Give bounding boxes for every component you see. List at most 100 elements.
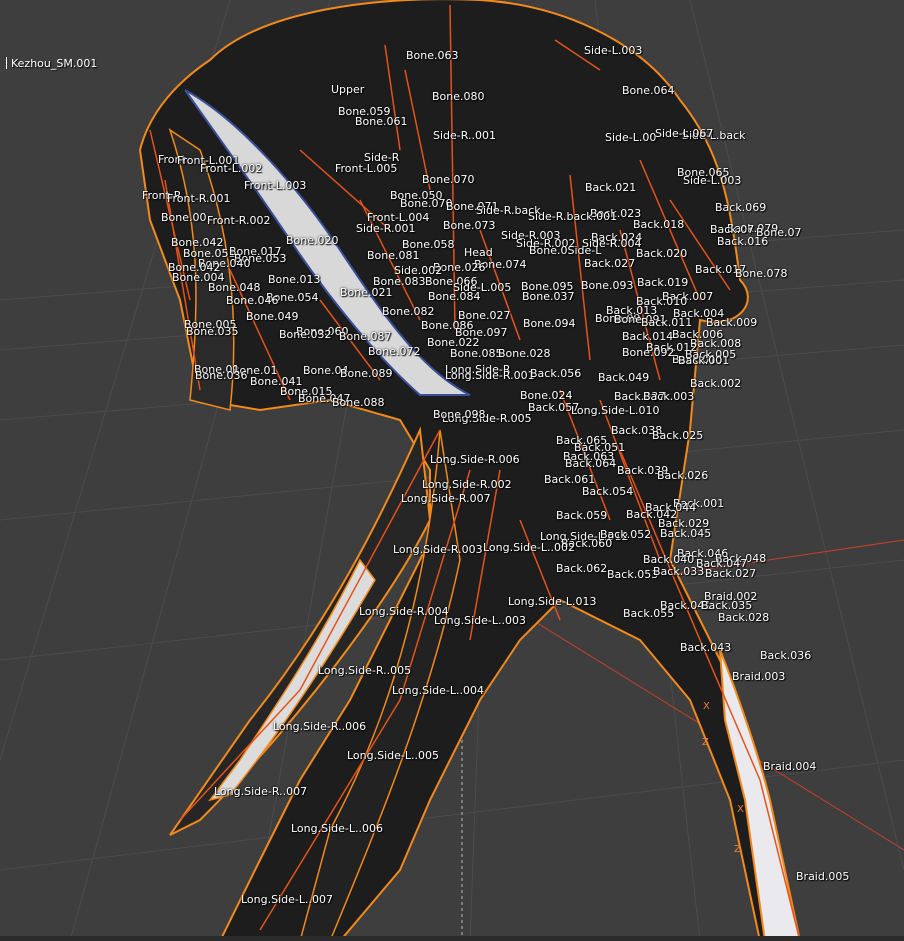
bone-label[interactable]: Long.Side-L..003 xyxy=(434,615,526,627)
bone-label[interactable]: Bone.084 xyxy=(428,291,481,303)
bone-label[interactable]: Bone.028 xyxy=(498,348,551,360)
bone-label[interactable]: Long.Side-L..004 xyxy=(392,685,484,697)
object-name-bar xyxy=(6,57,7,69)
bone-label[interactable]: Bone.093 xyxy=(581,280,634,292)
bone-label[interactable]: Long.Side-L..002 xyxy=(483,542,575,554)
bone-label[interactable]: Back.027 xyxy=(705,568,756,580)
bone-label[interactable]: Back.025 xyxy=(652,430,703,442)
bone-label[interactable]: Long.Side-L.010 xyxy=(571,405,660,417)
bone-label[interactable]: Long.Side-R.001 xyxy=(445,370,535,382)
bone-label[interactable]: Bone.0Side-L xyxy=(529,245,601,257)
bone-label[interactable]: Long.Side-R..005 xyxy=(318,665,411,677)
bone-label[interactable]: Braid.004 xyxy=(763,761,816,773)
bone-label[interactable]: Braid.005 xyxy=(796,871,849,883)
bone-label[interactable]: Bone.046 xyxy=(226,295,279,307)
bone-label[interactable]: Side-R.back.001 xyxy=(528,211,617,223)
bone-label[interactable]: Back.064 xyxy=(565,458,616,470)
bone-label[interactable]: Bone.00 xyxy=(161,212,207,224)
bone-label[interactable]: Side-L.003 xyxy=(584,45,642,57)
bone-label[interactable]: Long.Side-L..005 xyxy=(347,750,439,762)
bone-label[interactable]: Bone.063 xyxy=(406,50,459,62)
bone-label[interactable]: Side-L.00 xyxy=(605,132,656,144)
bone-label[interactable]: Bone.088 xyxy=(332,397,385,409)
bone-label[interactable]: Back.002 xyxy=(690,378,741,390)
bone-label[interactable]: Long.Side-R.003 xyxy=(393,544,483,556)
object-name-text: Kezhou_SM.001 xyxy=(11,57,98,70)
bone-label[interactable]: Bone.020 xyxy=(286,235,339,247)
bone-label[interactable]: Side-L.003 xyxy=(683,175,741,187)
bone-label[interactable]: Back.053 xyxy=(607,569,658,581)
bone-label[interactable]: Back.018 xyxy=(633,219,684,231)
bone-label[interactable]: Back.019 xyxy=(637,277,688,289)
bone-label[interactable]: Long.Side-R..007 xyxy=(214,786,307,798)
bone-label[interactable]: Front-L.003 xyxy=(244,180,306,192)
svg-text:X: X xyxy=(737,804,744,815)
bone-label[interactable]: Back.059 xyxy=(556,510,607,522)
bone-label[interactable]: Back.016 xyxy=(717,236,768,248)
svg-text:X: X xyxy=(703,701,710,712)
bone-label[interactable]: Upper xyxy=(331,84,364,96)
bone-label[interactable]: Back.036 xyxy=(760,650,811,662)
bone-label[interactable]: Back.055 xyxy=(623,608,674,620)
bone-label[interactable]: Back.062 xyxy=(556,563,607,575)
bone-label[interactable]: Braid.003 xyxy=(732,671,785,683)
bone-label[interactable]: Bone.087 xyxy=(339,331,392,343)
bone-label[interactable]: Front-R.001 xyxy=(167,193,231,205)
bone-label[interactable]: Bone.013 xyxy=(268,274,321,286)
bone-label[interactable]: Bone.064 xyxy=(622,85,675,97)
bottom-edge xyxy=(0,936,904,941)
svg-text:Z: Z xyxy=(702,737,709,748)
bone-label[interactable]: Back.003 xyxy=(643,391,694,403)
bone-label[interactable]: Side-R.001 xyxy=(356,223,416,235)
bone-label[interactable]: Bone.078 xyxy=(735,268,788,280)
bone-label[interactable]: Back.033 xyxy=(653,566,704,578)
3d-viewport[interactable]: X Z X Z Kezhou_SM.001 Bone.063 Side-L.003… xyxy=(0,0,904,941)
bone-label[interactable]: Bone.035 xyxy=(186,326,239,338)
active-object-name: Kezhou_SM.001 xyxy=(6,57,97,70)
bone-label[interactable]: Long.Side-R.007 xyxy=(401,493,491,505)
bone-label[interactable]: Back.069 xyxy=(715,202,766,214)
bone-label[interactable]: Long.Side-L..007 xyxy=(241,894,333,906)
bone-label[interactable]: Back.043 xyxy=(680,642,731,654)
bone-label[interactable]: Back.020 xyxy=(636,248,687,260)
bone-label[interactable]: Bone.036 xyxy=(195,370,248,382)
bone-label[interactable]: Bone.049 xyxy=(246,311,299,323)
bone-label[interactable]: Long.Side-L..006 xyxy=(291,823,383,835)
bone-label[interactable]: Bone.081 xyxy=(367,250,420,262)
bone-label[interactable]: Bone.048 xyxy=(208,282,261,294)
bone-label[interactable]: Bone.098 xyxy=(433,409,486,421)
bone-label[interactable]: Back.021 xyxy=(585,182,636,194)
bone-label[interactable]: Bone.094 xyxy=(523,318,576,330)
bone-label[interactable]: Front-R.002 xyxy=(207,215,271,227)
bone-label[interactable]: Bone.032 xyxy=(279,329,332,341)
bone-label[interactable]: Long.Side-L.013 xyxy=(508,596,597,608)
bone-label[interactable]: Back.054 xyxy=(582,486,633,498)
bone-label[interactable]: Back.049 xyxy=(598,372,649,384)
bone-label[interactable]: Bone.082 xyxy=(382,306,435,318)
bone-label[interactable]: Back.026 xyxy=(657,470,708,482)
bone-label[interactable]: Back.045 xyxy=(660,528,711,540)
bone-label[interactable]: Bone.073 xyxy=(443,220,496,232)
bone-label[interactable]: Bone.089 xyxy=(340,368,393,380)
bone-label[interactable]: Bone.070 xyxy=(422,174,475,186)
bone-label[interactable]: Bone.080 xyxy=(432,91,485,103)
bone-label[interactable]: Bone.021 xyxy=(340,287,393,299)
bone-label[interactable]: Side-L.067 xyxy=(655,128,713,140)
bone-label[interactable]: Bone.037 xyxy=(522,291,575,303)
svg-text:Z: Z xyxy=(734,844,741,855)
bone-label[interactable]: Back.027 xyxy=(584,258,635,270)
bone-label[interactable]: Back.001 xyxy=(678,355,729,367)
bone-label[interactable]: Bone.092 xyxy=(622,347,675,359)
bone-label[interactable]: Side-R..001 xyxy=(433,130,496,142)
bone-label[interactable]: Back.056 xyxy=(530,368,581,380)
bone-label[interactable]: Long.Side-R..006 xyxy=(273,721,366,733)
bone-label[interactable]: Front-L.005 xyxy=(335,163,397,175)
bone-label[interactable]: Long.Side-R.006 xyxy=(430,454,520,466)
bone-label[interactable]: Front-L.002 xyxy=(200,163,262,175)
bone-label[interactable]: Long.Side-R.002 xyxy=(422,479,512,491)
bone-label[interactable]: Bone.085 xyxy=(450,348,503,360)
bone-label[interactable]: Bone.072 xyxy=(368,346,421,358)
bone-label[interactable]: Bone.070 xyxy=(400,198,453,210)
bone-label[interactable]: Back.028 xyxy=(718,612,769,624)
bone-label[interactable]: Bone.061 xyxy=(355,116,408,128)
